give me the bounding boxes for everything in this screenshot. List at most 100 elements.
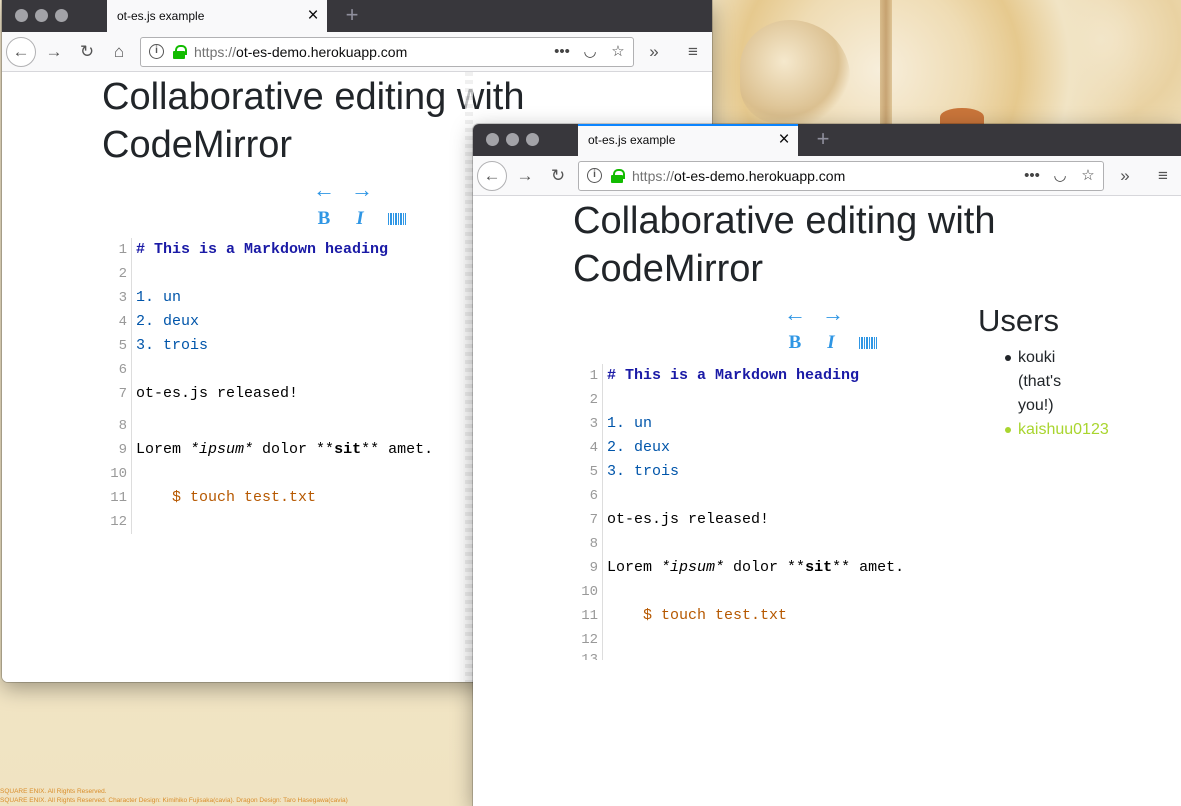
line-number: 11 <box>581 608 598 624</box>
line-number: 10 <box>581 584 598 600</box>
lorem-mid: dolor <box>253 441 317 458</box>
arrow-left-icon[interactable]: ← <box>312 178 336 202</box>
line-text: $ touch test.txt <box>607 607 788 624</box>
line-number: 10 <box>110 466 127 482</box>
tab-active[interactable]: ot-es.js example × <box>107 0 327 32</box>
line-number: 7 <box>589 512 598 528</box>
line-number: 13 <box>102 528 127 534</box>
italic-icon[interactable]: I <box>348 207 372 231</box>
overflow-chevron-icon[interactable]: » <box>640 38 668 66</box>
line-text: # This is a Markdown heading <box>607 367 860 384</box>
line-number: 13 <box>581 652 598 660</box>
line-number: 9 <box>589 560 598 576</box>
url-host: ot-es-demo.herokuapp.com <box>236 44 408 60</box>
line-text: ot-es.js released! <box>136 385 299 402</box>
line-number: 3 <box>118 290 127 306</box>
line-number: 2 <box>118 266 127 282</box>
line-number: 9 <box>118 442 127 458</box>
barcode-icon[interactable] <box>859 337 877 349</box>
close-icon[interactable]: × <box>772 128 796 152</box>
menu-icon[interactable]: ≡ <box>679 38 707 66</box>
pocket-icon[interactable]: ◡ <box>579 41 601 63</box>
lorem-strong-close: ** <box>361 441 380 458</box>
bold-icon[interactable]: B <box>312 207 336 231</box>
wallpaper-sword-art <box>880 0 892 124</box>
star-icon[interactable]: ☆ <box>607 41 629 63</box>
line-text: ot-es.js released! <box>607 511 770 528</box>
italic-icon[interactable]: I <box>819 331 843 355</box>
forward-arrow-icon[interactable]: → <box>511 162 539 190</box>
arrow-right-icon[interactable]: → <box>350 178 374 202</box>
lorem-em: *ipsum* <box>190 441 254 458</box>
bold-icon[interactable]: B <box>783 331 807 355</box>
url-bar[interactable]: i https://ot-es-demo.herokuapp.com ••• ◡… <box>140 37 634 67</box>
line-number: 2 <box>589 392 598 408</box>
line-text: 2. deux <box>607 439 671 456</box>
more-dots-icon[interactable]: ••• <box>1021 165 1043 187</box>
new-tab-plus-icon[interactable]: + <box>809 124 837 156</box>
close-window-icon[interactable] <box>486 133 499 146</box>
minimize-window-icon[interactable] <box>35 9 48 22</box>
reload-icon[interactable]: ↻ <box>73 38 101 66</box>
tab-bar: ot-es.js example × + <box>2 0 712 32</box>
browser-window-front[interactable]: ot-es.js example × + ← → ↻ i https://ot-… <box>473 124 1181 806</box>
new-tab-plus-icon[interactable]: + <box>338 0 366 32</box>
users-heading: Users <box>978 303 1059 338</box>
line-text: Lorem *ipsum* dolor **sit** amet. <box>607 556 904 580</box>
line-number: 6 <box>118 362 127 378</box>
lorem-strong-open: ** <box>316 441 335 458</box>
overflow-chevron-icon[interactable]: » <box>1111 162 1139 190</box>
back-arrow-icon[interactable]: ← <box>477 161 507 191</box>
more-dots-icon[interactable]: ••• <box>551 41 573 63</box>
line-number: 7 <box>118 386 127 402</box>
line-number: 8 <box>589 536 598 552</box>
line-text: Lorem *ipsum* dolor **sit** amet. <box>136 438 433 462</box>
minimize-window-icon[interactable] <box>506 133 519 146</box>
url-text[interactable]: https://ot-es-demo.herokuapp.com <box>194 44 407 60</box>
code-editor[interactable]: 1 # This is a Markdown heading 2 3 1. un 4… <box>573 364 933 660</box>
lorem-strong: sit <box>334 441 362 458</box>
pocket-icon[interactable]: ◡ <box>1049 165 1071 187</box>
star-icon[interactable]: ☆ <box>1077 165 1099 187</box>
user-item-self: kouki (that's you!) <box>978 346 1073 418</box>
line-number: 1 <box>118 242 127 258</box>
line-number: 11 <box>110 490 127 506</box>
url-text[interactable]: https://ot-es-demo.herokuapp.com <box>632 168 845 184</box>
lock-icon[interactable] <box>611 169 625 183</box>
close-icon[interactable]: × <box>301 4 325 28</box>
arrow-left-icon[interactable]: ← <box>783 302 807 326</box>
tab-bar: ot-es.js example × + <box>473 124 1181 156</box>
credits-line-2: SQUARE ENIX. All Rights Reserved. Charac… <box>0 797 348 804</box>
code-editor-continued[interactable]: 8 9 Lorem *ipsum* dolor **sit** amet. 10 … <box>102 414 442 534</box>
nav-bar: ← → ↻ ⌂ i https://ot-es-demo.herokuapp.c… <box>2 32 712 72</box>
user-item-remote: kaishuu0123 <box>978 418 1138 442</box>
reload-icon[interactable]: ↻ <box>544 162 572 190</box>
line-text: 1. un <box>136 289 182 306</box>
info-icon[interactable]: i <box>149 44 164 59</box>
lock-icon[interactable] <box>173 45 187 59</box>
barcode-icon[interactable] <box>388 213 406 225</box>
url-host: ot-es-demo.herokuapp.com <box>674 168 846 184</box>
zoom-window-icon[interactable] <box>55 9 68 22</box>
url-protocol: https:// <box>632 168 675 184</box>
line-number: 4 <box>589 440 598 456</box>
line-number: 3 <box>589 416 598 432</box>
zoom-window-icon[interactable] <box>526 133 539 146</box>
wallpaper-credits: SQUARE ENIX. All Rights Reserved. SQUARE… <box>0 787 348 805</box>
back-arrow-icon[interactable]: ← <box>6 37 36 67</box>
arrow-right-icon[interactable]: → <box>821 302 845 326</box>
lorem-suffix: amet. <box>379 441 434 458</box>
lorem-suffix: amet. <box>850 559 905 576</box>
line-text: 2. deux <box>136 313 200 330</box>
forward-arrow-icon[interactable]: → <box>40 38 68 66</box>
line-number: 5 <box>589 464 598 480</box>
info-icon[interactable]: i <box>587 168 602 183</box>
code-editor[interactable]: 1 # This is a Markdown heading 2 3 1. un 4… <box>102 238 442 414</box>
close-window-icon[interactable] <box>15 9 28 22</box>
tab-active[interactable]: ot-es.js example × <box>578 124 798 156</box>
line-number: 8 <box>118 418 127 434</box>
url-bar[interactable]: i https://ot-es-demo.herokuapp.com ••• ◡… <box>578 161 1104 191</box>
tab-title: ot-es.js example <box>117 9 205 23</box>
home-icon[interactable]: ⌂ <box>105 38 133 66</box>
menu-icon[interactable]: ≡ <box>1149 162 1177 190</box>
